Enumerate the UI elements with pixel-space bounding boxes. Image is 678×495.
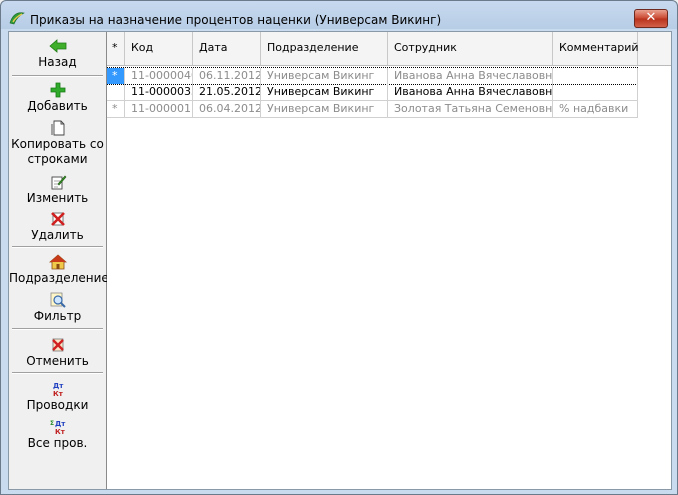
close-button[interactable]: ✕ [634, 9, 668, 28]
title-bar[interactable]: Приказы на назначение процентов наценки … [1, 1, 677, 31]
department-label: Подразделение [9, 271, 109, 285]
back-button[interactable]: Назад [9, 38, 106, 70]
copy-document-icon [51, 120, 64, 136]
app-window: Приказы на назначение процентов наценки … [0, 0, 678, 495]
svg-text:Дт: Дт [53, 382, 64, 390]
postings-button[interactable]: Дт Кт Проводки [9, 381, 106, 413]
column-header-code[interactable]: Код [125, 32, 193, 65]
column-header-employee[interactable]: Сотрудник [388, 32, 553, 65]
svg-text:Кт: Кт [53, 390, 64, 397]
filter-label: Фильтр [33, 309, 82, 323]
copy-label-line2: строками [27, 152, 88, 166]
filter-search-icon [50, 292, 66, 308]
date-cell: 06.11.2012 [193, 68, 261, 84]
all-debit-credit-icon: Σ Дт Кт [50, 420, 66, 435]
delete-icon [50, 212, 65, 226]
plus-icon [50, 82, 65, 98]
date-cell: 06.04.2012 [193, 101, 261, 117]
all-postings-button[interactable]: Σ Дт Кт Все пров. [9, 419, 106, 451]
cancel-document-icon [51, 338, 64, 352]
svg-text:Кт: Кт [55, 428, 66, 435]
row-mark-cell: * [107, 101, 125, 117]
postings-label: Проводки [26, 398, 89, 412]
edit-button[interactable]: Изменить [9, 174, 106, 206]
comment-cell [553, 84, 638, 100]
client-area: Назад Добавить Копировать со строками Из… [8, 31, 672, 490]
comment-cell [553, 68, 638, 84]
back-label: Назад [38, 55, 77, 69]
house-icon [48, 254, 67, 270]
svg-text:Σ: Σ [50, 420, 54, 427]
code-cell: 11-0000011 [125, 101, 193, 117]
table-header: * Код Дата Подразделение Сотрудник Комме… [107, 32, 671, 66]
svg-text:Дт: Дт [55, 420, 66, 428]
table-row[interactable]: * 11-0000011 06.04.2012 Универсам Викинг… [107, 101, 638, 118]
edit-document-icon [51, 175, 66, 190]
all-postings-label: Все пров. [27, 436, 88, 450]
code-cell: 11-0000040 [125, 68, 193, 84]
left-toolbar: Назад Добавить Копировать со строками Из… [9, 32, 109, 489]
column-header-date[interactable]: Дата [193, 32, 261, 65]
row-mark-cell [107, 84, 125, 100]
delete-button[interactable]: Удалить [9, 211, 106, 243]
row-mark-cell: * [107, 68, 125, 84]
toolbar-separator [12, 328, 103, 330]
debit-credit-icon: Дт Кт [53, 382, 64, 397]
back-arrow-icon [48, 39, 66, 53]
column-header-department[interactable]: Подразделение [261, 32, 388, 65]
column-header-mark[interactable]: * [107, 32, 125, 65]
column-header-comment[interactable]: Комментарий [553, 32, 639, 65]
copy-with-rows-button[interactable]: Копировать со строками [9, 120, 106, 167]
orders-table[interactable]: * Код Дата Подразделение Сотрудник Комме… [107, 32, 671, 489]
filter-button[interactable]: Фильтр [9, 292, 106, 324]
employee-cell: Иванова Анна Вячеславовна [388, 68, 553, 84]
app-icon [9, 12, 25, 25]
copy-label-line1: Копировать со [11, 137, 104, 151]
date-cell: 21.05.2012 [193, 84, 261, 100]
toolbar-separator [12, 246, 103, 248]
comment-cell: % надбавки [553, 101, 638, 117]
table-row[interactable]: * 11-0000040 06.11.2012 Универсам Викинг… [107, 67, 638, 85]
department-button[interactable]: Подразделение [9, 254, 109, 286]
employee-cell: Иванова Анна Вячеславовна [388, 84, 553, 100]
toolbar-separator [12, 372, 103, 374]
department-cell: Универсам Викинг [261, 84, 388, 100]
delete-label: Удалить [31, 228, 84, 242]
employee-cell: Золотая Татьяна Семеновна [388, 101, 553, 117]
add-button[interactable]: Добавить [9, 82, 106, 114]
edit-label: Изменить [26, 191, 89, 205]
cancel-label: Отменить [26, 354, 89, 368]
department-cell: Универсам Викинг [261, 68, 388, 84]
table-row[interactable]: 11-0000033 21.05.2012 Универсам Викинг И… [107, 84, 638, 101]
add-label: Добавить [27, 99, 88, 113]
toolbar-separator [12, 75, 103, 77]
department-cell: Универсам Викинг [261, 101, 388, 117]
window-title: Приказы на назначение процентов наценки … [30, 13, 442, 27]
code-cell: 11-0000033 [125, 84, 193, 100]
cancel-button[interactable]: Отменить [9, 337, 106, 369]
